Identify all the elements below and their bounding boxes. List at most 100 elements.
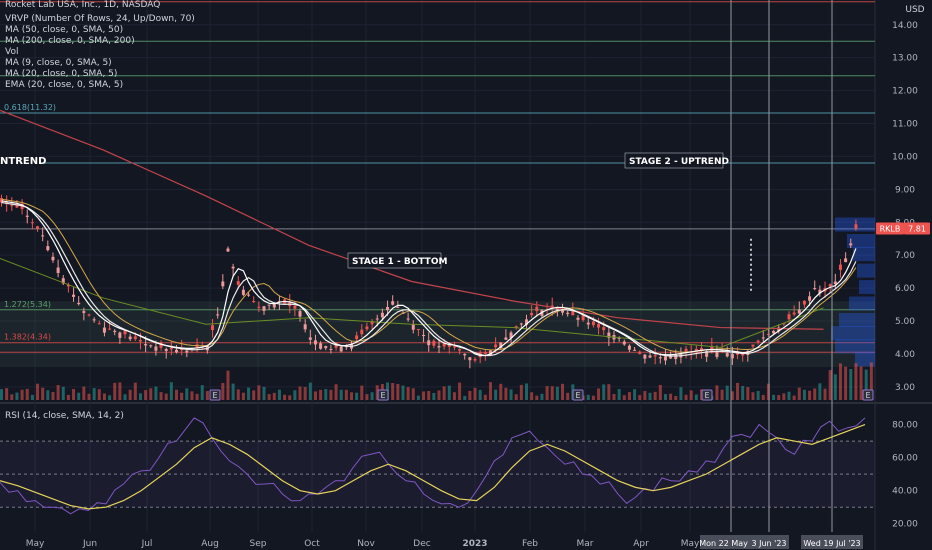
volume-bar bbox=[355, 392, 359, 400]
candle-body bbox=[72, 294, 76, 297]
indicator-vrvp[interactable]: VRVP (Number Of Rows, 24, Up/Down, 70) bbox=[5, 14, 195, 25]
volume-bar bbox=[458, 382, 462, 400]
y-tick-label: 4.00 bbox=[895, 350, 915, 360]
candle-body bbox=[756, 340, 760, 342]
candle-body bbox=[787, 314, 791, 320]
candle-body bbox=[257, 306, 261, 308]
candle-body bbox=[221, 281, 225, 287]
volume-bar bbox=[293, 390, 297, 400]
volume-bar bbox=[452, 392, 456, 400]
x-tick-label: Jun bbox=[82, 539, 97, 549]
volume-bar bbox=[102, 393, 106, 400]
candle-body bbox=[164, 348, 168, 352]
volume-bar bbox=[638, 395, 642, 400]
y-tick-label: 11.00 bbox=[892, 120, 918, 130]
crosshair-date-label: Wed 19 Jul '23 bbox=[803, 539, 860, 548]
volume-bar bbox=[854, 363, 858, 400]
candle-body bbox=[324, 346, 328, 349]
indicator-ma20[interactable]: MA (20, close, 0, SMA, 5) bbox=[5, 69, 117, 80]
candle-body bbox=[468, 357, 472, 361]
volume-bar bbox=[658, 384, 662, 400]
volume-bar bbox=[350, 392, 353, 400]
candle-body bbox=[375, 318, 379, 320]
volume-bar bbox=[514, 394, 518, 400]
candle-body bbox=[46, 246, 50, 251]
y-tick-label: 14.00 bbox=[892, 21, 918, 31]
volume-bar bbox=[597, 388, 601, 400]
indicator-vol[interactable]: Vol bbox=[5, 47, 18, 58]
volume-bar bbox=[36, 383, 40, 400]
volume-bar bbox=[751, 392, 755, 400]
volume-bar bbox=[689, 390, 693, 400]
volume-bar bbox=[802, 389, 806, 400]
candle-body bbox=[653, 355, 657, 357]
indicator-ema20[interactable]: EMA (20, close, 0, SMA, 5) bbox=[5, 80, 123, 91]
volume-bar bbox=[77, 392, 81, 400]
candle-body bbox=[535, 306, 539, 312]
candle-body bbox=[236, 281, 240, 285]
x-tick-label: Apr bbox=[633, 539, 649, 549]
indicator-ma50[interactable]: MA (50, close, 0, SMA, 50) bbox=[5, 25, 123, 36]
candle-body bbox=[262, 306, 266, 311]
volume-bar bbox=[715, 385, 719, 400]
y-tick-label: 9.00 bbox=[895, 185, 915, 195]
volume-bar bbox=[15, 392, 19, 400]
candle-body bbox=[792, 312, 796, 315]
candle-body bbox=[808, 296, 812, 301]
earnings-marker-label: E bbox=[865, 391, 870, 400]
candle-body bbox=[154, 346, 158, 351]
volume-bar bbox=[617, 389, 621, 400]
volume-bar bbox=[56, 385, 60, 400]
volume-bar bbox=[648, 392, 652, 400]
candle-body bbox=[622, 341, 626, 345]
volume-bar bbox=[396, 383, 400, 400]
candle-body bbox=[725, 353, 729, 357]
volume-bar bbox=[725, 385, 729, 400]
candle-body bbox=[519, 323, 523, 325]
volume-bar bbox=[72, 389, 76, 400]
volume-bar bbox=[200, 385, 204, 400]
volume-bar bbox=[334, 384, 338, 400]
volume-bar bbox=[643, 391, 647, 400]
volume-bar bbox=[663, 394, 667, 400]
candle-body bbox=[396, 307, 400, 309]
volume-bar bbox=[504, 387, 508, 400]
candle-body bbox=[92, 319, 96, 321]
candle-body bbox=[452, 346, 456, 348]
indicator-ma200[interactable]: MA (200, close, 0, SMA, 200) bbox=[5, 36, 135, 47]
candle-body bbox=[828, 284, 832, 287]
candle-body bbox=[658, 357, 662, 359]
candle-body bbox=[267, 304, 271, 306]
candle-body bbox=[494, 344, 498, 348]
volume-bar bbox=[10, 394, 14, 400]
candle-body bbox=[97, 323, 101, 325]
indicator-ma9[interactable]: MA (9, close, 0, SMA, 5) bbox=[5, 58, 112, 69]
price-badge: 7.81 bbox=[908, 225, 926, 234]
volume-bar bbox=[509, 389, 513, 400]
candle-body bbox=[473, 359, 477, 361]
candle-body bbox=[802, 300, 806, 305]
volume-profile-bar bbox=[831, 326, 875, 341]
candle-body bbox=[422, 334, 426, 336]
earnings-marker-label: E bbox=[212, 391, 217, 400]
x-tick-label: Nov bbox=[357, 539, 375, 549]
candle-body bbox=[87, 314, 91, 316]
volume-bar bbox=[298, 386, 302, 400]
candle-body bbox=[566, 312, 570, 315]
candle-body bbox=[56, 267, 60, 274]
volume-bar bbox=[164, 393, 168, 400]
candle-body bbox=[463, 353, 467, 356]
candle-body bbox=[380, 312, 384, 318]
volume-bar bbox=[494, 389, 498, 400]
candle-body bbox=[813, 288, 817, 290]
x-tick-label: Feb bbox=[522, 539, 538, 549]
volume-bar bbox=[190, 391, 194, 400]
y-tick-label: 5.00 bbox=[895, 317, 915, 327]
volume-bar bbox=[519, 384, 523, 400]
x-tick-label: May bbox=[681, 539, 700, 549]
volume-bar bbox=[87, 393, 91, 400]
volume-bar bbox=[627, 392, 631, 400]
volume-bar bbox=[61, 386, 65, 400]
rsi-y-tick-label: 80.00 bbox=[892, 421, 918, 431]
consolidation-zone bbox=[0, 301, 875, 368]
